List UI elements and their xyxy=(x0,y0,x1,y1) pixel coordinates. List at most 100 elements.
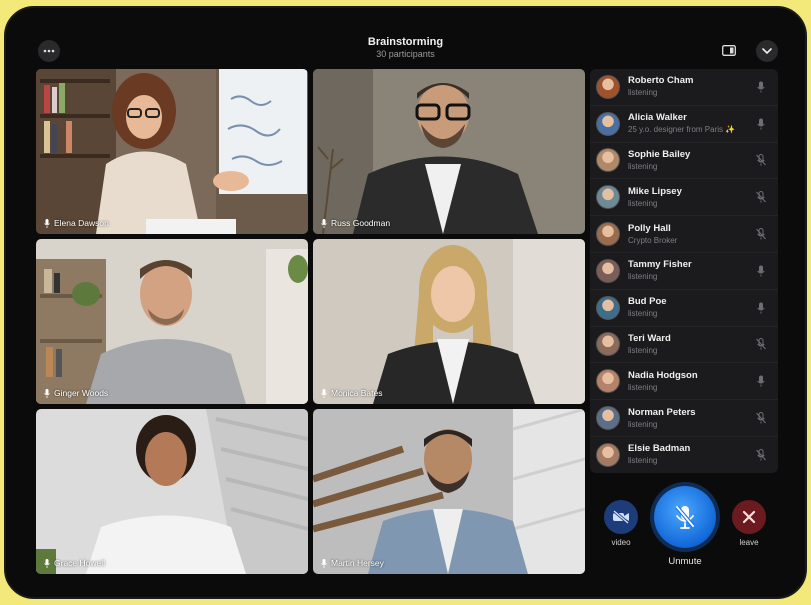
microphone-icon[interactable] xyxy=(752,115,770,133)
participant-row[interactable]: Elsie Badman listening xyxy=(590,437,778,473)
microphone-icon xyxy=(321,388,327,398)
participant-status: Crypto Broker xyxy=(628,235,678,245)
avatar xyxy=(596,258,620,283)
unmute-label: Unmute xyxy=(668,556,702,567)
participant-name: Bud Poe xyxy=(628,296,667,308)
participant-row[interactable]: Roberto Cham listening xyxy=(590,69,778,106)
avatar xyxy=(596,74,620,99)
participant-info: Teri Ward listening xyxy=(628,333,752,356)
participant-row[interactable]: Tammy Fisher listening xyxy=(590,253,778,290)
avatar xyxy=(596,111,620,136)
participant-info: Polly Hall Crypto Broker xyxy=(628,223,752,246)
avatar xyxy=(596,369,620,394)
video-tile[interactable]: Russ Goodman xyxy=(313,69,585,234)
microphone-off-icon[interactable] xyxy=(752,225,770,243)
participant-name: Sophie Bailey xyxy=(628,148,691,160)
microphone-off-icon[interactable] xyxy=(752,151,770,169)
participant-name: Roberto Cham xyxy=(628,75,694,87)
avatar xyxy=(596,222,620,247)
avatar xyxy=(596,442,620,467)
participant-info: Sophie Bailey listening xyxy=(628,149,752,172)
tile-name-label: Elena Dawson xyxy=(44,218,109,228)
participant-row[interactable]: Nadia Hodgson listening xyxy=(590,363,778,401)
participant-status: 25 y.o. designer from Paris ✨ xyxy=(628,125,736,135)
video-tile[interactable]: Monica Bates xyxy=(313,239,585,404)
microphone-off-icon[interactable] xyxy=(752,335,770,353)
avatar xyxy=(596,185,620,210)
microphone-off-icon[interactable] xyxy=(752,188,770,206)
video-feed-ginger xyxy=(36,239,308,404)
participant-name: Norman Peters xyxy=(628,406,696,418)
participant-row[interactable]: Norman Peters listening xyxy=(590,400,778,437)
avatar xyxy=(596,295,620,320)
microphone-off-icon[interactable] xyxy=(752,446,770,464)
microphone-icon xyxy=(321,218,327,228)
microphone-off-icon[interactable] xyxy=(752,409,770,427)
unmute-button[interactable] xyxy=(654,486,716,548)
participant-row[interactable]: Bud Poe listening xyxy=(590,290,778,327)
participant-name: Teri Ward xyxy=(628,332,671,344)
layout-toggle-button[interactable] xyxy=(720,43,738,57)
microphone-icon[interactable] xyxy=(752,372,770,390)
participant-count: 30 participants xyxy=(376,49,435,59)
video-toggle-button[interactable] xyxy=(604,500,638,534)
participant-name: Mike Lipsey xyxy=(628,185,682,197)
avatar xyxy=(596,148,620,173)
participant-info: Alicia Walker 25 y.o. designer from Paris… xyxy=(628,112,752,135)
participant-name: Alicia Walker xyxy=(628,112,687,124)
participant-row[interactable]: Sophie Bailey listening xyxy=(590,143,778,180)
leave-label: leave xyxy=(739,538,759,547)
microphone-icon xyxy=(44,558,50,568)
participant-row[interactable]: Alicia Walker 25 y.o. designer from Paris… xyxy=(590,106,778,143)
video-off-icon xyxy=(613,510,629,524)
participant-info: Elsie Badman listening xyxy=(628,443,752,466)
participant-status: listening xyxy=(628,309,658,319)
participant-info: Bud Poe listening xyxy=(628,296,752,319)
layout-toggle-icon xyxy=(722,44,736,56)
participant-row[interactable]: Polly Hall Crypto Broker xyxy=(590,216,778,253)
video-tile[interactable]: Martin Hersey xyxy=(313,409,585,574)
video-feed-monica xyxy=(313,239,585,404)
call-controls: video Unmute leave xyxy=(590,478,778,578)
avatar xyxy=(596,406,620,431)
tile-name-label: Russ Goodman xyxy=(321,218,390,228)
microphone-icon[interactable] xyxy=(752,299,770,317)
participant-status: listening xyxy=(628,382,658,392)
participants-panel[interactable]: Roberto Cham listening Alicia Walker 25 y.o… xyxy=(590,69,778,473)
participant-info: Tammy Fisher listening xyxy=(628,259,752,282)
video-tile[interactable]: Ginger Woods xyxy=(36,239,308,404)
tile-name-label: Grace Howell xyxy=(44,558,105,568)
collapse-button[interactable] xyxy=(756,40,778,62)
participant-status: listening xyxy=(628,161,658,171)
video-tile[interactable]: Elena Dawson xyxy=(36,69,308,234)
video-feed-martin xyxy=(313,409,585,574)
participant-name: Elsie Badman xyxy=(628,443,691,455)
tile-name-label: Monica Bates xyxy=(321,388,383,398)
participant-row[interactable]: Mike Lipsey listening xyxy=(590,179,778,217)
microphone-icon xyxy=(44,218,50,228)
participant-status: listening xyxy=(628,419,658,429)
call-header: Brainstorming 30 participants xyxy=(6,36,805,60)
microphone-off-icon xyxy=(675,505,695,529)
chevron-down-icon xyxy=(762,48,772,54)
participant-status: listening xyxy=(628,345,658,355)
participant-info: Nadia Hodgson listening xyxy=(628,370,752,393)
participant-status: listening xyxy=(628,198,658,208)
microphone-icon xyxy=(44,388,50,398)
app-window: Brainstorming 30 participants Elena Daws… xyxy=(4,6,807,599)
participant-status: listening xyxy=(628,88,658,98)
video-label: video xyxy=(611,538,631,547)
microphone-icon[interactable] xyxy=(752,262,770,280)
video-feed-grace xyxy=(36,409,308,574)
microphone-icon xyxy=(321,558,327,568)
tile-name-label: Ginger Woods xyxy=(44,388,108,398)
participant-name: Tammy Fisher xyxy=(628,259,692,271)
video-feed-elena xyxy=(36,69,308,234)
avatar xyxy=(596,332,620,357)
participant-name: Nadia Hodgson xyxy=(628,369,698,381)
microphone-icon[interactable] xyxy=(752,78,770,96)
leave-button[interactable] xyxy=(732,500,766,534)
participant-name: Polly Hall xyxy=(628,222,671,234)
video-tile[interactable]: Grace Howell xyxy=(36,409,308,574)
participant-row[interactable]: Teri Ward listening xyxy=(590,327,778,364)
